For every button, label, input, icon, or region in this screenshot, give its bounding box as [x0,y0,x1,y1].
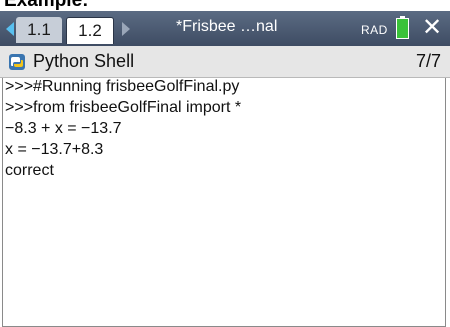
console-line: correct [5,162,54,179]
caption-text: Example: [4,0,89,11]
console-line: −8.3 + x = −13.7 [5,120,122,137]
shell-console[interactable]: >>>#Running frisbeeGolfFinal.py >>>from … [2,78,446,327]
shell-header: Python Shell 7/7 [0,46,450,78]
console-line: >>>#Running frisbeeGolfFinal.py [5,78,240,95]
battery-icon [396,16,409,39]
shell-title: Python Shell [33,51,135,71]
caption: Example: [0,0,450,11]
close-icon[interactable]: ✕ [422,14,442,42]
document-title: *Frisbee …nal [176,18,278,35]
angle-mode-indicator: RAD [361,23,388,37]
tab-1-1[interactable]: 1.1 [16,17,62,43]
console-line: >>>from frisbeeGolfFinal import * [5,99,242,116]
console-line: x = −13.7+8.3 [5,141,104,158]
previous-page-icon[interactable] [6,22,14,36]
next-page-icon[interactable] [122,22,130,36]
page-indicator: 7/7 [415,51,441,71]
tab-bar: 1.1 1.2 *Frisbee …nal RAD ✕ [0,11,450,46]
calculator-screen: 1.1 1.2 *Frisbee …nal RAD ✕ Python Shell… [0,11,450,327]
python-icon [9,54,25,70]
tab-1-2[interactable]: 1.2 [66,17,114,44]
